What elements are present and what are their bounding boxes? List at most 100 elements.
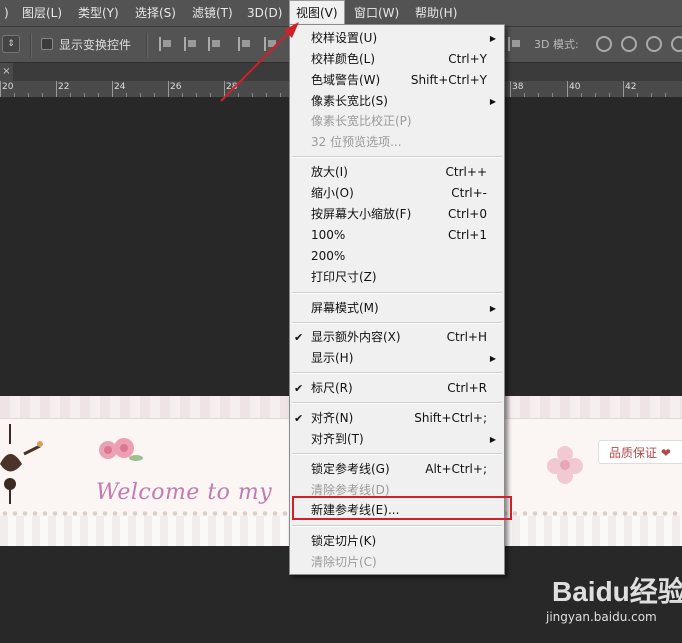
menu-item-label: 按屏幕大小缩放(F) [311,207,412,221]
menu-item-snap[interactable]: ✔ 对齐(N) Shift+Ctrl+; [290,408,504,429]
menu-item-proof-setup[interactable]: 校样设置(U) ▶ [290,28,504,49]
menu-separator [292,292,502,294]
chandelier-icon [0,424,43,504]
menu-help[interactable]: 帮助(H) [409,0,463,27]
ruler-minor-tick [140,93,141,97]
menu-separator [292,525,502,527]
menu-item-pixel-aspect-ratio[interactable]: 像素长宽比(S) ▶ [290,91,504,112]
menu-filter[interactable]: 滤镜(T) [186,0,239,27]
align-top-icon[interactable] [159,37,173,51]
show-transform-label: 显示变换控件 [59,38,132,52]
ruler-minor-tick [70,93,71,97]
submenu-arrow-icon: ▶ [489,354,496,363]
ruler-minor-tick [280,93,281,97]
menu-item-gamut-warning[interactable]: 色域警告(W) Shift+Ctrl+Y [290,70,504,91]
roses-icon [99,438,143,461]
menu-item-print-size[interactable]: 打印尺寸(Z) [290,267,504,288]
ruler-label: 28 [226,82,238,92]
menu-item-rulers[interactable]: ✔ 标尺(R) Ctrl+R [290,378,504,399]
menu-bar: ) 图层(L) 类型(Y) 选择(S) 滤镜(T) 3D(D) 视图(V) 窗口… [0,0,682,27]
tab-close-button[interactable]: × [0,63,13,81]
ruler-minor-tick [524,93,525,97]
menu-item-label: 锁定参考线(G) [311,462,390,476]
menu-3d[interactable]: 3D(D) [241,0,288,27]
menu-item-32bit-preview: 32 位预览选项... [290,132,504,153]
menu-item-zoom-out[interactable]: 缩小(O) Ctrl+- [290,183,504,204]
menu-item-label: 校样颜色(L) [311,52,376,66]
menu-item-fit-on-screen[interactable]: 按屏幕大小缩放(F) Ctrl+0 [290,204,504,225]
menu-edit-fragment[interactable]: ) [0,0,15,27]
menu-type[interactable]: 类型(Y) [72,0,125,27]
menu-item-screen-mode[interactable]: 屏幕模式(M) ▶ [290,298,504,319]
show-transform-checkbox[interactable] [41,38,53,50]
ruler-minor-tick [182,93,183,97]
menu-item-label: 清除切片(C) [311,555,377,569]
align-left-icon[interactable] [238,37,252,51]
menu-item-clear-slices: 清除切片(C) [290,552,504,573]
menu-item-label: 100% [311,228,346,242]
ruler-label: 40 [569,82,581,92]
menu-item-label: 显示(H) [311,351,354,365]
menu-item-lock-guides[interactable]: 锁定参考线(G) Alt+Ctrl+; [290,459,504,480]
menu-item-proof-colors[interactable]: 校样颜色(L) Ctrl+Y [290,49,504,70]
menu-item-shortcut: Ctrl++ [445,165,487,179]
menu-separator [292,322,502,324]
submenu-arrow-icon: ▶ [489,34,496,43]
ruler-minor-tick [84,93,85,97]
align-vertical-center-icon[interactable] [184,37,198,51]
menu-item-snap-to[interactable]: 对齐到(T) ▶ [290,429,504,450]
menu-item-label: 锁定切片(K) [311,534,377,548]
menu-layer[interactable]: 图层(L) [16,0,68,27]
ruler-tick [224,81,225,97]
menu-view[interactable]: 视图(V) [289,0,345,27]
3d-roll-icon[interactable] [621,36,637,52]
ruler-label: 26 [170,82,182,92]
ruler-minor-tick [637,93,638,97]
quality-guarantee-badge: 品质保证 ❤ [598,440,682,464]
ruler-label: 38 [512,82,524,92]
watermark-logo: Baidu经验 [552,576,682,607]
menu-item-label: 屏幕模式(M) [311,301,379,315]
menu-item-label: 打印尺寸(Z) [311,270,377,284]
align-horizontal-center-icon[interactable] [264,37,278,51]
chevron-up-down-icon[interactable]: ⇕ [2,35,20,53]
banner-welcome-text: Welcome to my [96,480,273,505]
menu-item-200-percent[interactable]: 200% [290,246,504,267]
menu-item-label: 显示额外内容(X) [311,330,401,344]
menu-item-label: 对齐到(T) [311,432,364,446]
ruler-tick [567,81,568,97]
3d-rotate-icon[interactable] [596,36,612,52]
menu-window[interactable]: 窗口(W) [348,0,405,27]
menu-item-show[interactable]: 显示(H) ▶ [290,348,504,369]
menu-item-pixel-aspect-correction: 像素长宽比校正(P) [290,111,504,132]
submenu-arrow-icon: ▶ [489,435,496,444]
menu-item-shortcut: Ctrl+R [447,381,487,395]
view-menu-dropdown: 校样设置(U) ▶ 校样颜色(L) Ctrl+Y 色域警告(W) Shift+C… [289,24,505,575]
flower-icon [547,446,583,484]
distribute-icon[interactable] [508,37,522,51]
ruler-minor-tick [552,93,553,97]
menu-item-label: 像素长宽比(S) [311,94,388,108]
divider [30,33,32,57]
ruler-minor-tick [126,93,127,97]
menu-select[interactable]: 选择(S) [129,0,182,27]
3d-drag-icon[interactable] [646,36,662,52]
highlight-rectangle [292,496,512,520]
menu-item-label: 放大(I) [311,165,348,179]
menu-item-show-extras[interactable]: ✔ 显示额外内容(X) Ctrl+H [290,327,504,348]
divider [146,33,148,57]
menu-item-100-percent[interactable]: 100% Ctrl+1 [290,225,504,246]
ruler-tick [0,81,1,97]
menu-item-label: 200% [311,249,346,263]
menu-item-shortcut: Ctrl+Y [448,52,487,66]
menu-item-lock-slices[interactable]: 锁定切片(K) [290,531,504,552]
3d-slide-icon[interactable] [671,36,682,52]
menu-item-zoom-in[interactable]: 放大(I) Ctrl++ [290,162,504,183]
menu-item-label: 标尺(R) [311,381,353,395]
align-bottom-icon[interactable] [208,37,222,51]
ruler-label: 24 [114,82,126,92]
ruler-minor-tick [538,93,539,97]
menu-item-shortcut: Ctrl+- [451,186,487,200]
menu-separator [292,402,502,404]
checkmark-icon: ✔ [294,412,304,425]
